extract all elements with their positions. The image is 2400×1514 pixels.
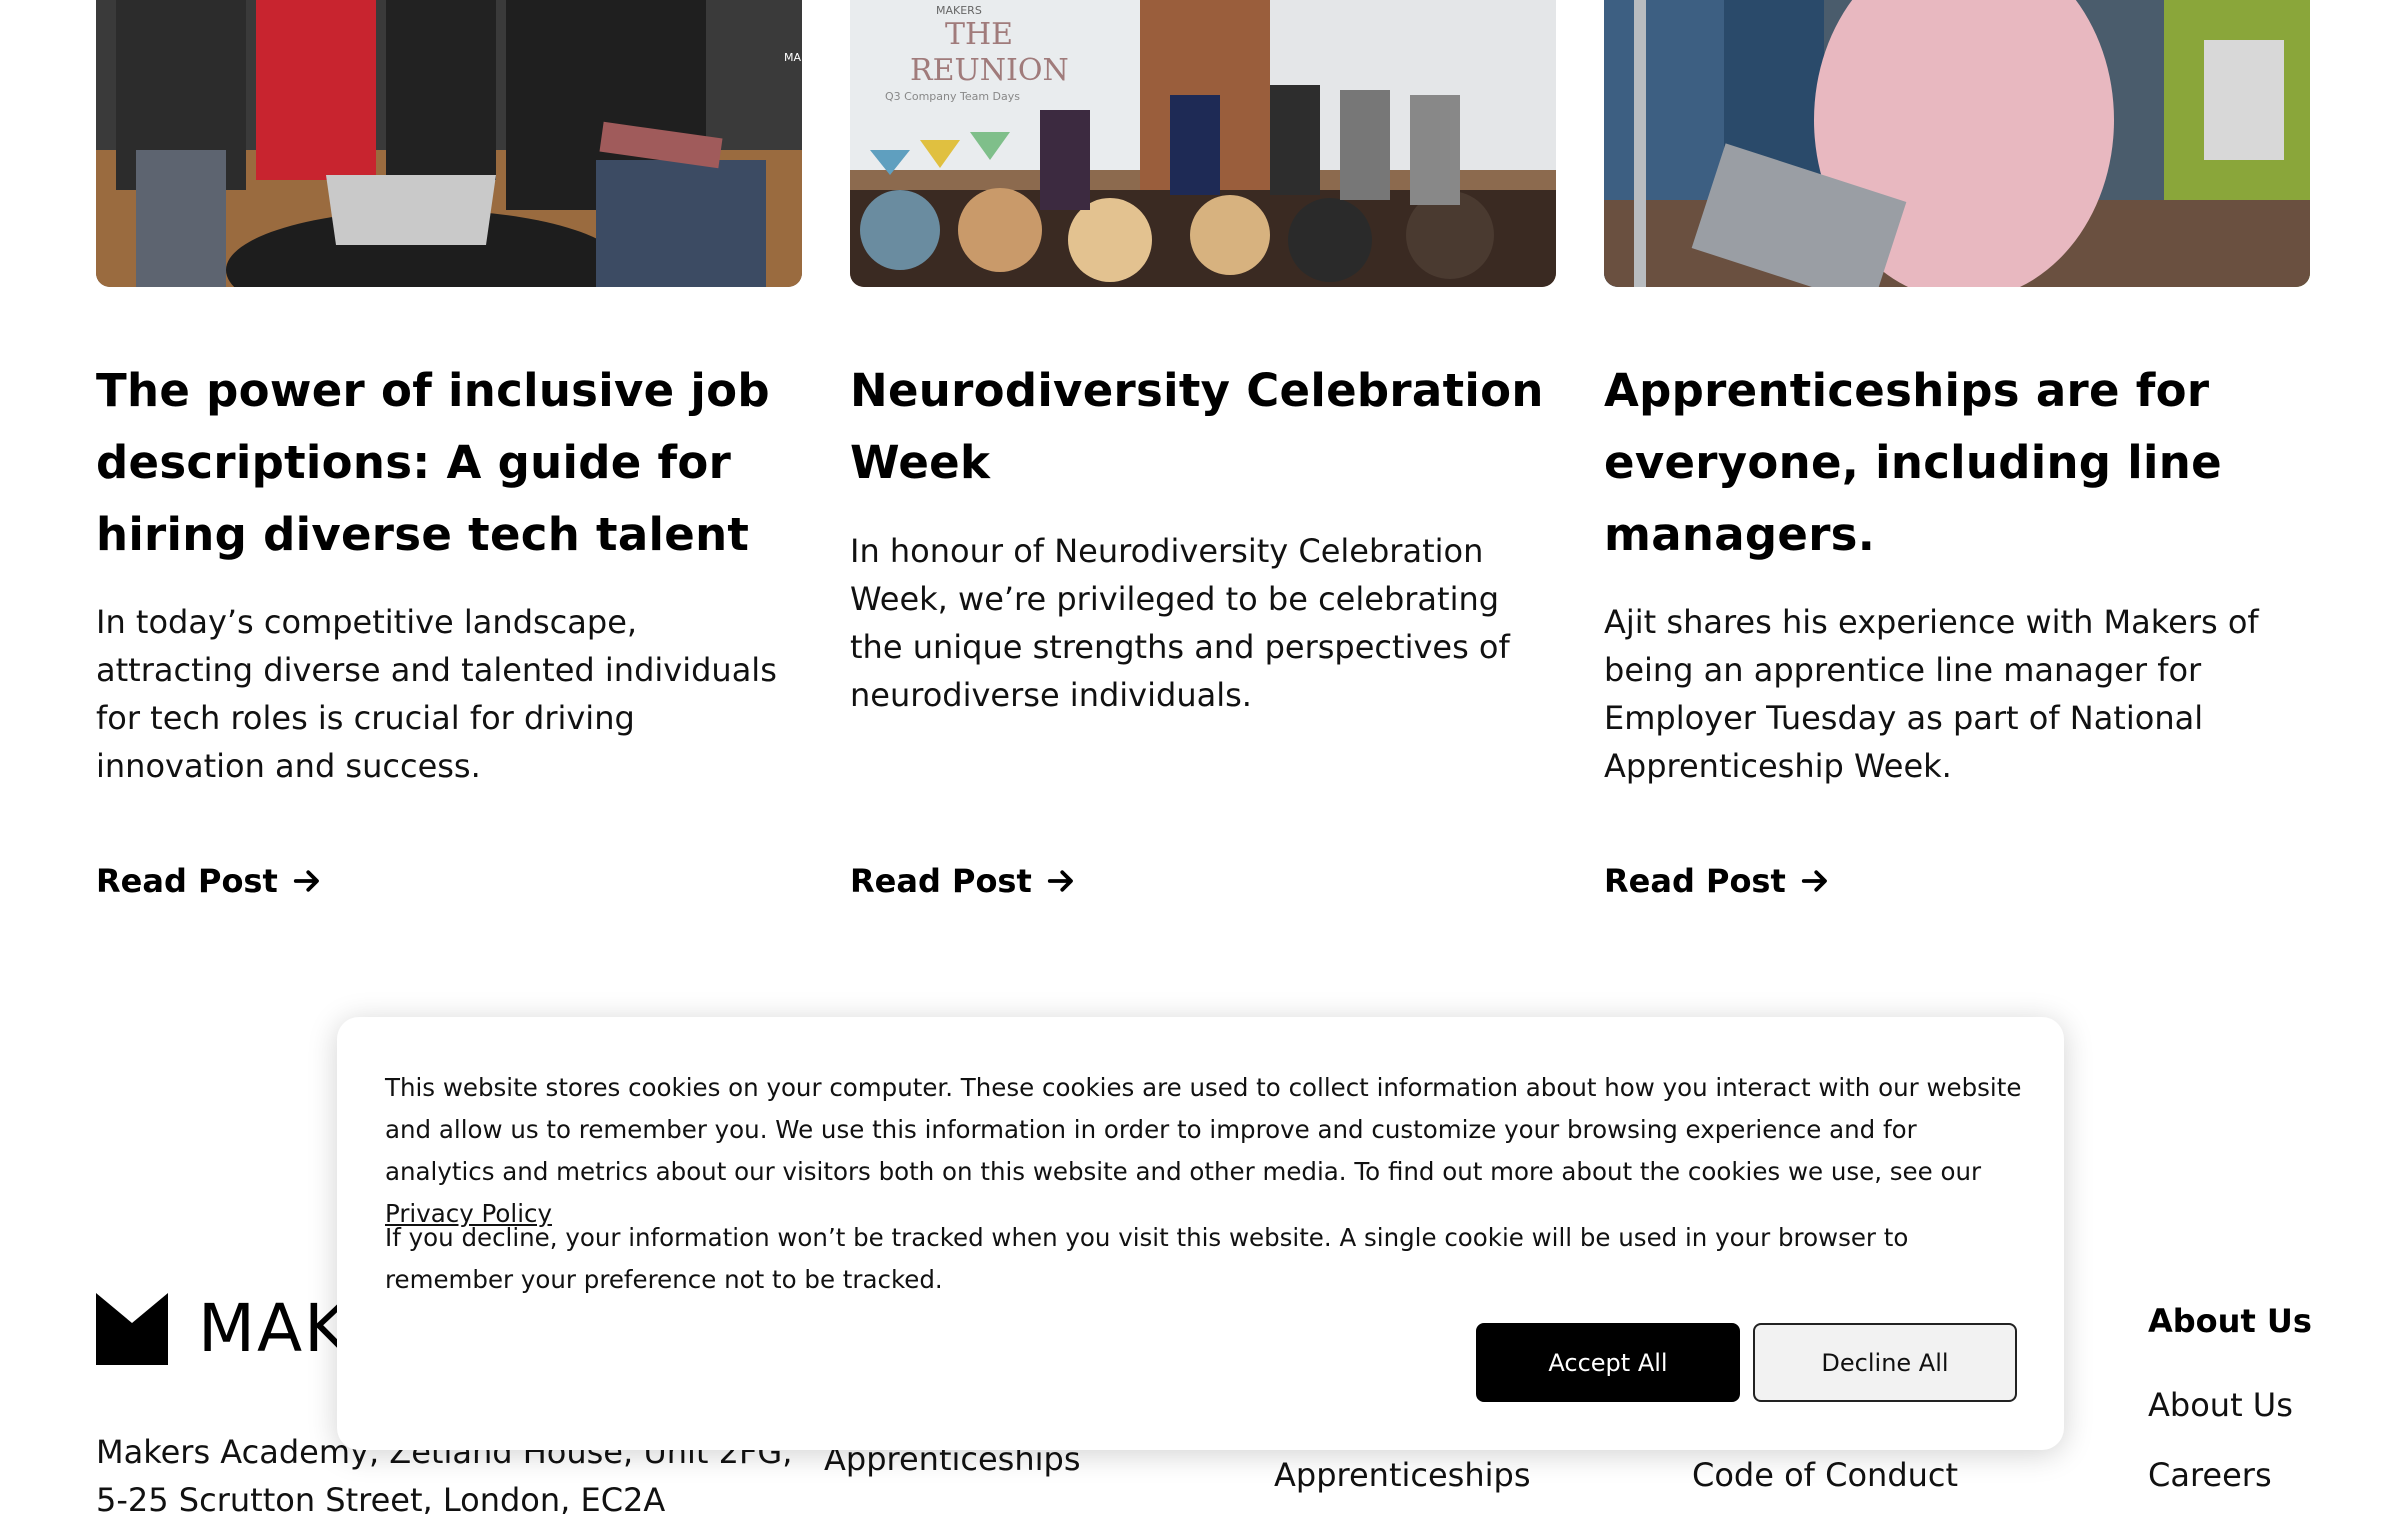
decline-all-button[interactable]: Decline All [1753, 1323, 2017, 1402]
blog-card: MAKERS The power of inclusive job descri… [96, 0, 802, 940]
post-image-screen-subtitle: Q3 Company Team Days [885, 90, 1020, 103]
post-image[interactable] [1604, 0, 2310, 287]
post-image-screen-title: THE [945, 17, 1013, 52]
footer-link-careers[interactable]: Careers [2148, 1456, 2272, 1494]
read-post-link[interactable]: Read Post [850, 862, 1076, 900]
cookie-text-body: This website stores cookies on your comp… [385, 1073, 2022, 1186]
post-description: In today’s competitive landscape, attrac… [96, 603, 777, 785]
cookie-text-main: This website stores cookies on your comp… [385, 1067, 2025, 1235]
footer-link-about-us[interactable]: About Us [2148, 1386, 2293, 1424]
cookie-banner: This website stores cookies on your comp… [337, 1017, 2064, 1450]
footer-link-code-of-conduct[interactable]: Code of Conduct [1692, 1456, 1958, 1494]
blog-card: MAKERS THE REUNION Q3 Company Team Days … [850, 0, 1556, 940]
post-image-logo: MAKERS [936, 4, 982, 17]
arrow-right-icon [1801, 870, 1827, 892]
read-post-label: Read Post [96, 862, 278, 900]
cookie-text-decline-info: If you decline, your information won’t b… [385, 1223, 1909, 1294]
blog-card: Apprenticeships are for everyone, includ… [1604, 0, 2310, 940]
post-image[interactable]: MAKERS THE REUNION Q3 Company Team Days [850, 0, 1556, 287]
post-title[interactable]: Neurodiversity Celebration Week [850, 355, 1556, 499]
post-image[interactable]: MAKERS [96, 0, 802, 287]
read-post-link[interactable]: Read Post [1604, 862, 1830, 900]
post-image-screen-title: REUNION [910, 53, 1069, 88]
makers-logo-icon [96, 1292, 168, 1365]
accept-all-button[interactable]: Accept All [1476, 1323, 1740, 1402]
post-description: In honour of Neurodiversity Celebration … [850, 532, 1510, 714]
post-image-logo: MAKERS [784, 51, 802, 64]
footer-link-apprenticeships[interactable]: Apprenticeships [1274, 1456, 1530, 1494]
read-post-label: Read Post [1604, 862, 1786, 900]
footer-heading-about: About Us [2148, 1302, 2312, 1340]
arrow-right-icon [1047, 870, 1073, 892]
blog-cards: MAKERS The power of inclusive job descri… [96, 0, 2314, 940]
read-post-label: Read Post [850, 862, 1032, 900]
post-title[interactable]: The power of inclusive job descriptions:… [96, 355, 802, 571]
post-title[interactable]: Apprenticeships are for everyone, includ… [1604, 355, 2310, 571]
read-post-link[interactable]: Read Post [96, 862, 322, 900]
footer-logo[interactable]: MAK [96, 1290, 349, 1367]
arrow-right-icon [293, 870, 319, 892]
post-description: Ajit shares his experience with Makers o… [1604, 603, 2259, 785]
logo-text: MAK [198, 1290, 350, 1367]
